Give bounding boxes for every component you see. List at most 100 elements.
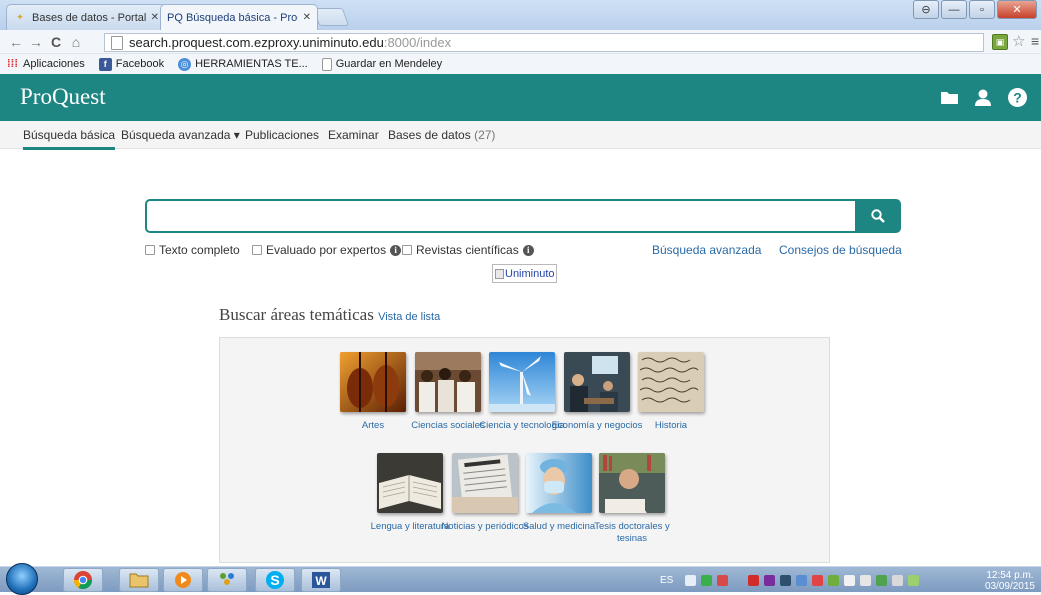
clock-date: 03/09/2015	[984, 581, 1035, 592]
taskbar-skype[interactable]: S	[255, 568, 295, 592]
tray-people-icon[interactable]	[876, 574, 888, 586]
tab-advanced-search[interactable]: Búsqueda avanzada ▾	[121, 128, 240, 142]
home-icon[interactable]: ⌂	[66, 34, 86, 50]
tab-publications[interactable]: Publicaciones	[245, 128, 319, 142]
system-tray: ES	[660, 567, 1041, 593]
subject-areas-panel: Artes Ciencias sociales Ciencia y tecnol…	[219, 337, 830, 563]
subject-tile-history[interactable]: Historia	[638, 352, 704, 432]
wifi-signal-icon[interactable]	[908, 574, 920, 586]
option-label: Revistas científicas	[416, 243, 519, 257]
tray-shield-icon[interactable]	[717, 574, 729, 586]
subject-tile-news-newspapers[interactable]: Noticias y periódicos	[441, 453, 529, 533]
tray-alert-icon[interactable]	[812, 574, 824, 586]
bookmark-star-icon[interactable]: ☆	[1012, 32, 1025, 50]
tray-monitor-icon[interactable]	[780, 574, 792, 586]
bookmark-apps[interactable]: ⁞⁞⁞ Aplicaciones	[6, 58, 85, 71]
reload-icon[interactable]: C	[46, 34, 66, 50]
bookmark-label: Aplicaciones	[23, 58, 85, 70]
bookmark-facebook[interactable]: f Facebook	[98, 57, 164, 71]
tab-databases[interactable]: Bases de datos (27)	[388, 128, 495, 142]
svg-text:W: W	[315, 574, 327, 588]
tray-network-icon[interactable]	[796, 574, 808, 586]
user-icon[interactable]	[973, 87, 993, 107]
tray-check-icon[interactable]	[828, 574, 840, 586]
subject-tile-science-technology[interactable]: Ciencia y tecnología	[479, 352, 565, 432]
svg-text:?: ?	[1013, 89, 1022, 105]
info-icon[interactable]: i	[390, 244, 402, 256]
taskbar-media-player[interactable]	[163, 568, 203, 592]
tab-basic-search[interactable]: Búsqueda básica	[23, 128, 116, 150]
info-icon[interactable]: i	[522, 244, 534, 256]
onenote-icon[interactable]	[764, 574, 776, 586]
back-arrow-icon[interactable]: ←	[6, 34, 26, 50]
advanced-search-link[interactable]: Búsqueda avanzada	[652, 243, 761, 257]
flag-icon[interactable]	[844, 574, 856, 586]
new-tab-button[interactable]	[312, 8, 350, 26]
subject-tile-social-sciences[interactable]: Ciencias sociales	[411, 352, 485, 432]
maximize-button[interactable]: ▫	[969, 0, 995, 19]
tab-title: Bases de datos - Portal UI	[32, 11, 146, 24]
tab-label: Bases de datos	[388, 128, 471, 142]
help-icon[interactable]: ?	[1007, 87, 1027, 107]
taskbar-chrome[interactable]	[63, 568, 103, 592]
tab-browse[interactable]: Examinar	[328, 128, 379, 142]
full-text-checkbox[interactable]	[145, 245, 155, 255]
peer-reviewed-checkbox[interactable]	[252, 245, 262, 255]
uniminuto-logo-image: Uniminuto	[492, 264, 557, 283]
taskbar-people[interactable]	[207, 568, 247, 592]
news-newspapers-image	[452, 453, 518, 513]
bookmark-mendeley[interactable]: Guardar en Mendeley	[321, 57, 442, 71]
user-profile-button[interactable]: ⊖	[913, 0, 939, 19]
search-input[interactable]	[145, 199, 857, 233]
subject-tile-health-medicine[interactable]: Salud y medicina	[523, 453, 595, 533]
taskbar-word[interactable]: W	[301, 568, 341, 592]
subject-tile-language-literature[interactable]: Lengua y literatura	[371, 453, 449, 533]
subject-tile-arts[interactable]: Artes	[340, 352, 406, 432]
proquest-logo[interactable]: ProQuest	[20, 84, 106, 110]
science-technology-image	[489, 352, 555, 412]
subject-tile-theses-dissertations[interactable]: Tesis doctorales y tesinas	[594, 453, 670, 545]
search-tips-link[interactable]: Consejos de búsqueda	[779, 243, 902, 257]
scholarly-checkbox[interactable]	[402, 245, 412, 255]
full-text-option[interactable]: Texto completo	[145, 243, 240, 257]
proquest-header: ProQuest ?	[0, 74, 1041, 121]
option-label: Evaluado por expertos	[266, 243, 387, 257]
tray-app-icon[interactable]	[701, 574, 713, 586]
language-indicator[interactable]: ES	[660, 575, 673, 586]
social-sciences-image	[415, 352, 481, 412]
url-host: search.proquest.com.ezproxy.uniminuto.ed…	[129, 35, 384, 50]
volume-icon[interactable]	[860, 574, 872, 586]
subject-tile-economy-business[interactable]: Economía y negocios	[552, 352, 642, 432]
system-clock[interactable]: 12:54 p.m. 03/09/2015	[985, 570, 1035, 592]
close-window-button[interactable]: ✕	[997, 0, 1037, 19]
browser-tab-proquest[interactable]: PQ Búsqueda básica - ProQue ✕	[160, 4, 318, 30]
page-icon	[111, 35, 123, 50]
windows-start-button[interactable]	[6, 563, 38, 595]
windows-taskbar: S W ES 12:54 p.m. 03/09/2015	[0, 563, 1041, 595]
subject-areas-heading: Buscar áreas temáticas Vista de lista	[219, 305, 440, 325]
minimize-button[interactable]: —	[941, 0, 967, 19]
browser-tab-portal[interactable]: ✦ Bases de datos - Portal UI ✕	[6, 4, 166, 30]
caret-down-icon: ▾	[233, 128, 240, 142]
folder-icon[interactable]	[939, 87, 959, 107]
tray-usb-icon[interactable]	[892, 574, 904, 586]
list-view-link[interactable]: Vista de lista	[378, 311, 440, 323]
peer-reviewed-option[interactable]: Evaluado por expertos i	[252, 243, 402, 257]
close-tab-icon[interactable]: ✕	[151, 12, 159, 23]
databases-count: (27)	[474, 128, 496, 142]
bookmark-herramientas[interactable]: ◎ HERRAMIENTAS TE...	[178, 57, 308, 71]
pdf-icon[interactable]	[748, 574, 760, 586]
url-path: :8000/index	[383, 35, 452, 50]
chrome-icon	[74, 571, 92, 590]
chrome-menu-icon[interactable]: ≡	[1031, 33, 1039, 49]
forward-arrow-icon[interactable]: →	[26, 34, 46, 50]
page-icon	[321, 57, 332, 71]
close-tab-icon[interactable]: ✕	[303, 12, 311, 23]
extension-icon[interactable]: ▣	[992, 34, 1008, 50]
search-button[interactable]	[855, 199, 901, 233]
taskbar-explorer[interactable]	[119, 568, 159, 592]
apps-grid-icon: ⁞⁞⁞	[7, 58, 18, 70]
tray-grid-icon[interactable]	[685, 574, 697, 586]
scholarly-journals-option[interactable]: Revistas científicas i	[402, 243, 534, 257]
url-field[interactable]: search.proquest.com.ezproxy.uniminuto.ed…	[104, 33, 984, 52]
